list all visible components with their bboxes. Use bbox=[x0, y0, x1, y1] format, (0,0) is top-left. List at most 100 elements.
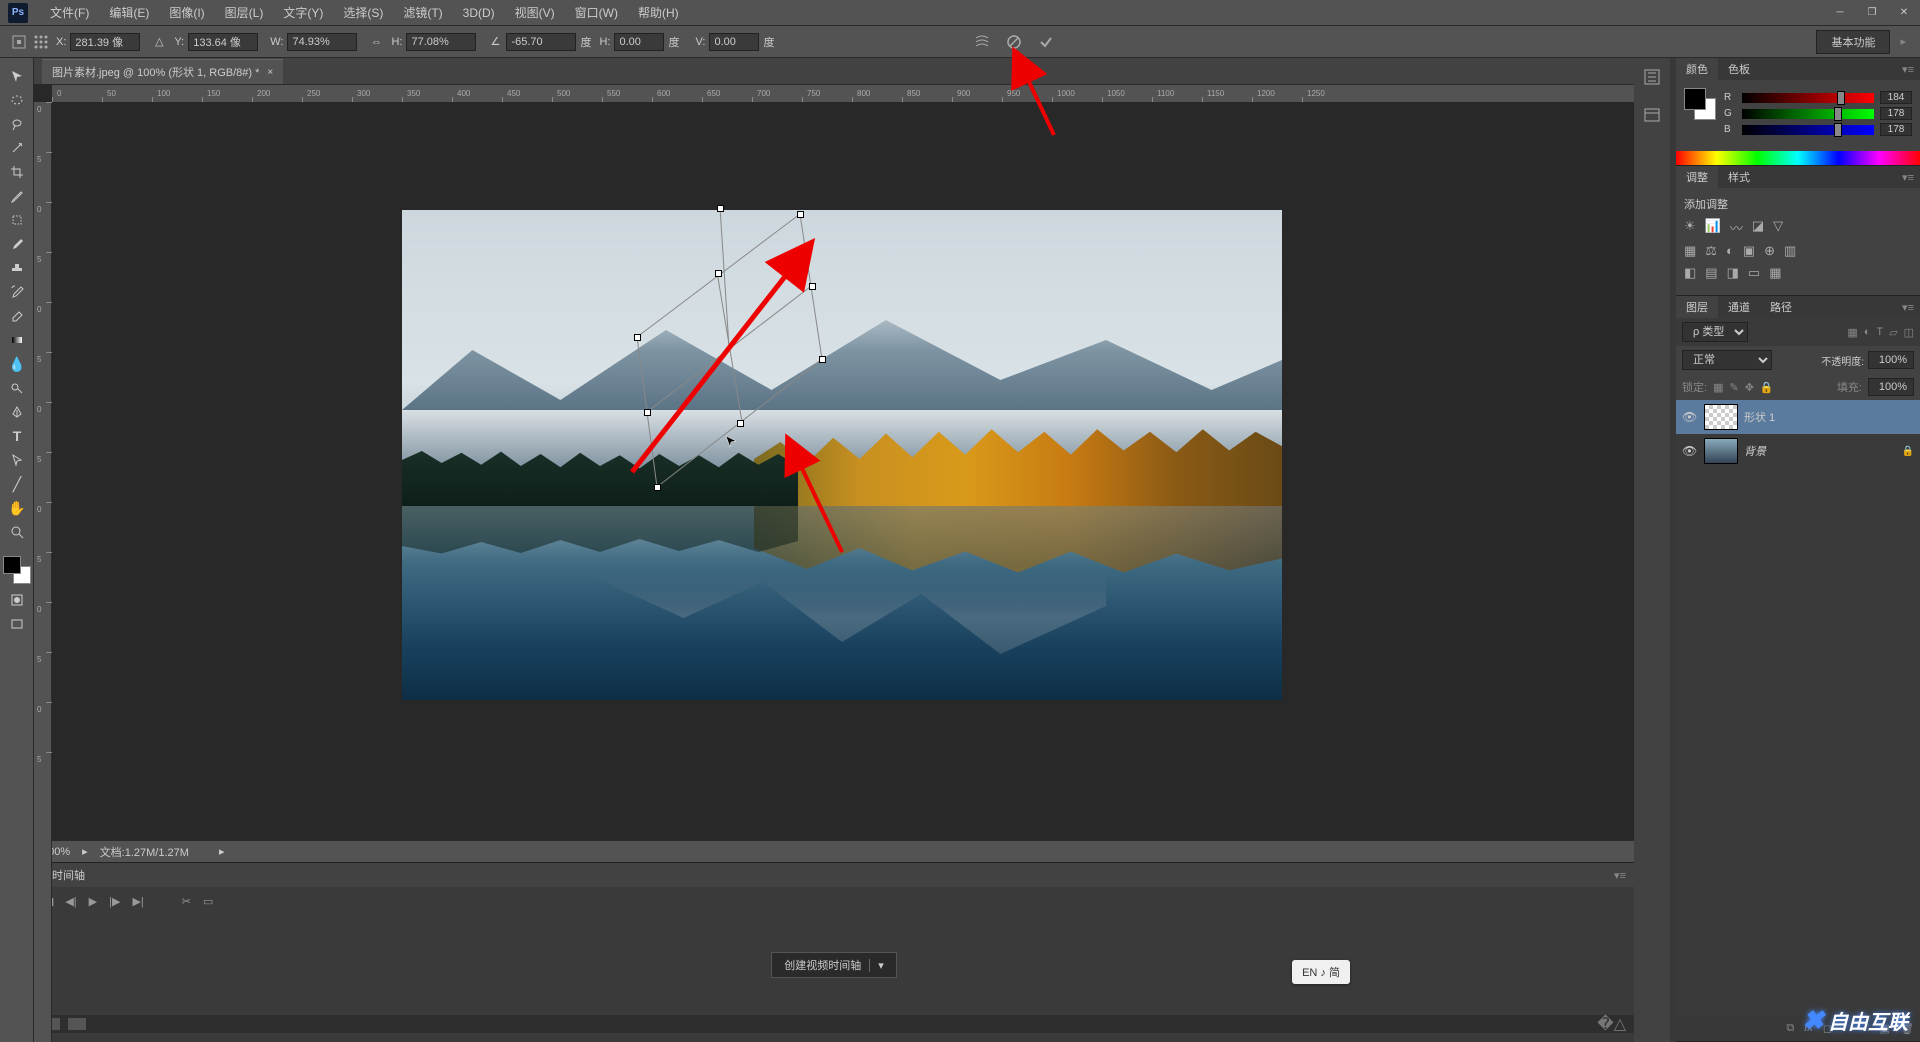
transform-handle[interactable] bbox=[634, 334, 641, 341]
eraser-tool[interactable] bbox=[0, 304, 34, 328]
layer-name[interactable]: 形状 1 bbox=[1744, 409, 1914, 425]
fg-swatch[interactable] bbox=[1684, 88, 1706, 110]
shape-tool[interactable]: ╱ bbox=[0, 472, 34, 496]
crop-tool[interactable] bbox=[0, 160, 34, 184]
minimize-button[interactable]: ─ bbox=[1826, 3, 1854, 23]
layers-tab[interactable]: 图层 bbox=[1676, 296, 1718, 318]
adjustments-tab[interactable]: 调整 bbox=[1676, 166, 1718, 188]
swatches-tab[interactable]: 色板 bbox=[1718, 58, 1760, 80]
b-value[interactable] bbox=[1880, 123, 1912, 136]
threshold-icon[interactable]: ◨ bbox=[1727, 265, 1739, 281]
filter-pixel-icon[interactable]: ▦ bbox=[1847, 326, 1857, 339]
adjust-panel-menu-icon[interactable]: ▾≡ bbox=[1896, 171, 1920, 184]
lock-position-icon[interactable]: ✥ bbox=[1745, 381, 1754, 394]
brightness-icon[interactable]: ☀ bbox=[1684, 218, 1696, 237]
levels-icon[interactable]: 📊 bbox=[1705, 218, 1721, 237]
filter-adjust-icon[interactable]: ◐ bbox=[1864, 326, 1871, 339]
transform-handle[interactable] bbox=[717, 205, 724, 212]
transform-handle[interactable] bbox=[654, 484, 661, 491]
transform-handle[interactable] bbox=[715, 270, 722, 277]
play-button[interactable]: ▶ bbox=[89, 895, 97, 908]
goto-last-frame-button[interactable]: ▶| bbox=[132, 895, 143, 908]
transform-handle[interactable] bbox=[644, 409, 651, 416]
selective-icon[interactable]: ▦ bbox=[1769, 265, 1781, 281]
g-slider[interactable] bbox=[1742, 109, 1874, 119]
link-wh-icon[interactable]: ⇔ bbox=[367, 33, 385, 51]
curves-icon[interactable]: 〰 bbox=[1730, 218, 1743, 237]
h-input[interactable] bbox=[406, 33, 476, 51]
move-tool[interactable] bbox=[0, 64, 34, 88]
zoom-tool[interactable] bbox=[0, 520, 34, 544]
filter-smart-icon[interactable]: ◫ bbox=[1904, 326, 1914, 339]
workspace-menu-icon[interactable]: ▸ bbox=[1894, 35, 1912, 48]
hue-icon[interactable]: ▦ bbox=[1684, 243, 1696, 259]
create-timeline-dropdown-icon[interactable]: ▾ bbox=[869, 959, 884, 972]
menu-3d[interactable]: 3D(D) bbox=[453, 6, 505, 20]
gradient-tool[interactable] bbox=[0, 328, 34, 352]
layer-item-shape1[interactable]: 👁 形状 1 bbox=[1676, 400, 1920, 434]
menu-view[interactable]: 视图(V) bbox=[505, 4, 565, 21]
blend-mode-select[interactable]: 正常 bbox=[1682, 350, 1772, 370]
ime-badge[interactable]: EN ♪ 简 bbox=[1292, 960, 1350, 984]
balance-icon[interactable]: ⚖ bbox=[1705, 243, 1717, 259]
menu-filter[interactable]: 滤镜(T) bbox=[393, 4, 452, 21]
menu-image[interactable]: 图像(I) bbox=[159, 4, 214, 21]
dodge-tool[interactable] bbox=[0, 376, 34, 400]
workspace-selector[interactable]: 基本功能 bbox=[1816, 30, 1890, 54]
menu-window[interactable]: 窗口(W) bbox=[565, 4, 628, 21]
menu-file[interactable]: 文件(F) bbox=[40, 4, 99, 21]
quickmask-tool[interactable] bbox=[0, 588, 34, 612]
lasso-tool[interactable] bbox=[0, 112, 34, 136]
x-input[interactable] bbox=[70, 33, 140, 51]
layer-item-background[interactable]: 👁 背景 🔒 bbox=[1676, 434, 1920, 468]
styles-tab[interactable]: 样式 bbox=[1718, 166, 1760, 188]
link-layers-icon[interactable]: ⧉ bbox=[1786, 1022, 1794, 1035]
mixer-icon[interactable]: ⊕ bbox=[1764, 243, 1775, 259]
hskew-input[interactable] bbox=[614, 33, 664, 51]
eyedropper-tool[interactable] bbox=[0, 184, 34, 208]
b-slider[interactable] bbox=[1742, 125, 1874, 135]
lock-transparent-icon[interactable]: ▦ bbox=[1713, 381, 1723, 394]
color-tab[interactable]: 颜色 bbox=[1676, 58, 1718, 80]
lookup-icon[interactable]: ▥ bbox=[1784, 243, 1796, 259]
transition-button[interactable]: ▭ bbox=[203, 895, 213, 908]
path-select-tool[interactable] bbox=[0, 448, 34, 472]
next-frame-button[interactable]: |▶ bbox=[109, 895, 120, 908]
transform-handle[interactable] bbox=[819, 356, 826, 363]
wand-tool[interactable] bbox=[0, 136, 34, 160]
panel-color-swatches[interactable] bbox=[1684, 88, 1716, 120]
hand-tool[interactable]: ✋ bbox=[0, 496, 34, 520]
layer-name[interactable]: 背景 bbox=[1744, 443, 1902, 459]
vskew-input[interactable] bbox=[709, 33, 759, 51]
create-video-timeline-button[interactable]: 创建视频时间轴 ▾ bbox=[771, 952, 897, 978]
timeline-menu-icon[interactable]: ▾≡ bbox=[1614, 869, 1626, 882]
transform-handle[interactable] bbox=[797, 211, 804, 218]
history-brush-tool[interactable] bbox=[0, 280, 34, 304]
blur-tool[interactable]: 💧 bbox=[0, 352, 34, 376]
lock-pixels-icon[interactable]: ✎ bbox=[1729, 381, 1738, 394]
status-arrow-icon[interactable]: ▸ bbox=[82, 845, 88, 858]
filter-type-icon[interactable]: T bbox=[1876, 326, 1883, 339]
color-swatches-tool[interactable] bbox=[3, 556, 31, 584]
lock-icon[interactable]: 🔒 bbox=[1902, 446, 1914, 457]
color-panel-menu-icon[interactable]: ▾≡ bbox=[1896, 63, 1920, 76]
transform-handle[interactable] bbox=[809, 283, 816, 290]
layer-kind-filter[interactable]: ρ 类型 bbox=[1682, 322, 1748, 342]
fill-value[interactable]: 100% bbox=[1868, 378, 1914, 396]
visibility-toggle-icon[interactable]: 👁 bbox=[1682, 410, 1698, 424]
vibrance-icon[interactable]: ▽ bbox=[1773, 218, 1783, 237]
fg-color-swatch[interactable] bbox=[3, 556, 21, 574]
menu-type[interactable]: 文字(Y) bbox=[273, 4, 333, 21]
heal-tool[interactable] bbox=[0, 208, 34, 232]
cancel-transform-button[interactable] bbox=[1004, 32, 1024, 52]
brush-tool[interactable] bbox=[0, 232, 34, 256]
visibility-toggle-icon[interactable]: 👁 bbox=[1682, 444, 1698, 458]
menu-select[interactable]: 选择(S) bbox=[333, 4, 393, 21]
menu-edit[interactable]: 编辑(E) bbox=[99, 4, 159, 21]
marquee-tool[interactable] bbox=[0, 88, 34, 112]
pen-tool[interactable] bbox=[0, 400, 34, 424]
g-value[interactable] bbox=[1880, 107, 1912, 120]
filter-shape-icon[interactable]: ▱ bbox=[1889, 326, 1897, 339]
delta-icon[interactable]: △ bbox=[150, 33, 168, 51]
menu-layer[interactable]: 图层(L) bbox=[215, 4, 274, 21]
